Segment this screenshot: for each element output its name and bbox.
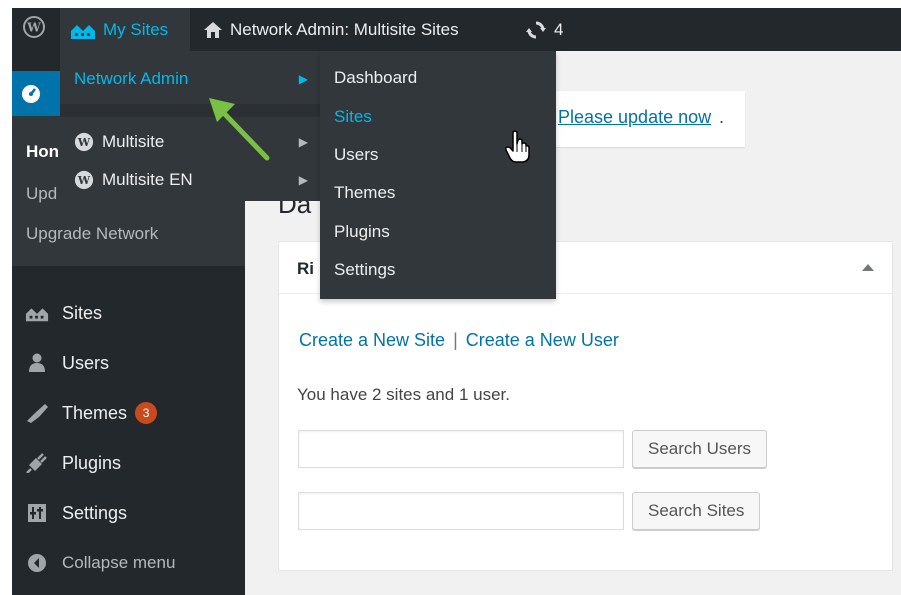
update-notice: ! Please update now . — [545, 91, 745, 147]
search-users-button[interactable]: Search Users — [632, 430, 767, 468]
collapse-menu-button[interactable]: Collapse menu — [24, 548, 175, 578]
updates-icon — [525, 20, 547, 40]
menu-item-network-admin[interactable]: Network Admin ▶ — [60, 61, 320, 97]
chevron-right-icon: ▶ — [298, 135, 308, 149]
network-admin-submenu: Dashboard Sites Users Themes Plugins Set… — [320, 51, 556, 299]
sidebar-item-users[interactable]: Users — [24, 348, 109, 378]
svg-text:W: W — [77, 174, 91, 187]
submenu-item-settings[interactable]: Settings — [334, 260, 395, 280]
network-admin-label: Network Admin — [74, 69, 189, 88]
network-admin-home-link[interactable]: Network Admin: Multisite Sites — [203, 8, 459, 51]
submenu-home[interactable]: Hon — [26, 142, 59, 162]
wordpress-logo-button[interactable]: W — [12, 8, 55, 51]
sidebar-item-label: Users — [62, 352, 110, 373]
site-name-label: Multisite — [102, 132, 165, 151]
updates-count: 4 — [554, 19, 564, 39]
dashboard-icon — [20, 83, 42, 110]
search-sites-input[interactable] — [298, 492, 624, 530]
menu-item-site-multisite-en[interactable]: W Multisite EN ▶ — [60, 162, 320, 198]
my-sites-dropdown: Network Admin ▶ W Multisite ▶ W Multisit… — [60, 51, 320, 201]
sidebar-item-label: Settings — [62, 502, 128, 523]
sites-icon — [70, 21, 96, 39]
svg-text:W: W — [77, 136, 91, 149]
my-sites-label: My Sites — [103, 19, 169, 39]
sidebar-item-settings[interactable]: Settings — [24, 498, 127, 528]
plugins-icon — [24, 453, 50, 473]
collapse-widget-icon[interactable] — [862, 264, 874, 271]
notice-end: . — [719, 107, 725, 127]
menu-item-site-multisite[interactable]: W Multisite ▶ — [60, 124, 320, 160]
users-icon — [24, 353, 50, 373]
wordpress-logo-icon: W — [22, 16, 45, 43]
site-name-label: Multisite EN — [102, 170, 193, 189]
network-summary: You have 2 sites and 1 user. — [297, 385, 510, 404]
create-new-user-link[interactable]: Create a New User — [466, 330, 619, 350]
submenu-item-plugins[interactable]: Plugins — [334, 222, 390, 242]
update-now-link[interactable]: Please update now — [558, 107, 711, 128]
wordpress-logo-icon: W — [74, 170, 94, 190]
submenu-upgrade-network[interactable]: Upgrade Network — [26, 224, 158, 244]
submenu-item-dashboard[interactable]: Dashboard — [334, 68, 417, 88]
submenu-updates[interactable]: Upd — [26, 184, 57, 204]
submenu-item-users[interactable]: Users — [334, 145, 378, 165]
updates-link[interactable]: 4 — [525, 8, 563, 51]
wordpress-logo-icon: W — [74, 132, 94, 152]
chevron-right-icon: ▶ — [298, 72, 308, 86]
submenu-item-sites[interactable]: Sites — [334, 107, 372, 127]
search-sites-button[interactable]: Search Sites — [632, 492, 761, 530]
widget-title: Ri — [297, 259, 314, 278]
link-separator: | — [453, 330, 458, 350]
themes-icon — [24, 403, 50, 423]
my-sites-menu[interactable]: My Sites — [60, 8, 190, 51]
annotation-arrow-icon — [205, 94, 275, 169]
search-users-input[interactable] — [298, 430, 624, 468]
sites-icon — [24, 304, 50, 322]
home-icon — [203, 21, 223, 39]
hand-pointer-icon — [505, 130, 531, 169]
sidebar-item-themes[interactable]: Themes 3 — [24, 398, 158, 428]
themes-update-badge: 3 — [135, 402, 158, 424]
collapse-icon — [24, 553, 50, 573]
sidebar-item-plugins[interactable]: Plugins — [24, 448, 121, 478]
svg-text:W: W — [26, 21, 41, 35]
widget-action-links: Create a New Site | Create a New User — [299, 330, 619, 351]
sidebar-item-label: Sites — [62, 302, 103, 323]
wp-admin-frame: W My Sites Network Admin: Multisite Site… — [12, 8, 901, 595]
collapse-menu-label: Collapse menu — [62, 553, 176, 572]
admin-bar: W My Sites Network Admin: Multisite Site… — [12, 8, 901, 51]
sidebar-item-label: Plugins — [62, 452, 122, 473]
sidebar-item-label: Themes — [62, 402, 128, 423]
dropdown-divider — [60, 104, 320, 117]
sidebar-item-sites[interactable]: Sites — [24, 298, 102, 328]
settings-icon — [24, 503, 50, 523]
network-admin-title: Network Admin: Multisite Sites — [230, 19, 459, 39]
chevron-right-icon: ▶ — [298, 173, 308, 187]
submenu-item-themes[interactable]: Themes — [334, 183, 395, 203]
create-new-site-link[interactable]: Create a New Site — [299, 330, 445, 350]
